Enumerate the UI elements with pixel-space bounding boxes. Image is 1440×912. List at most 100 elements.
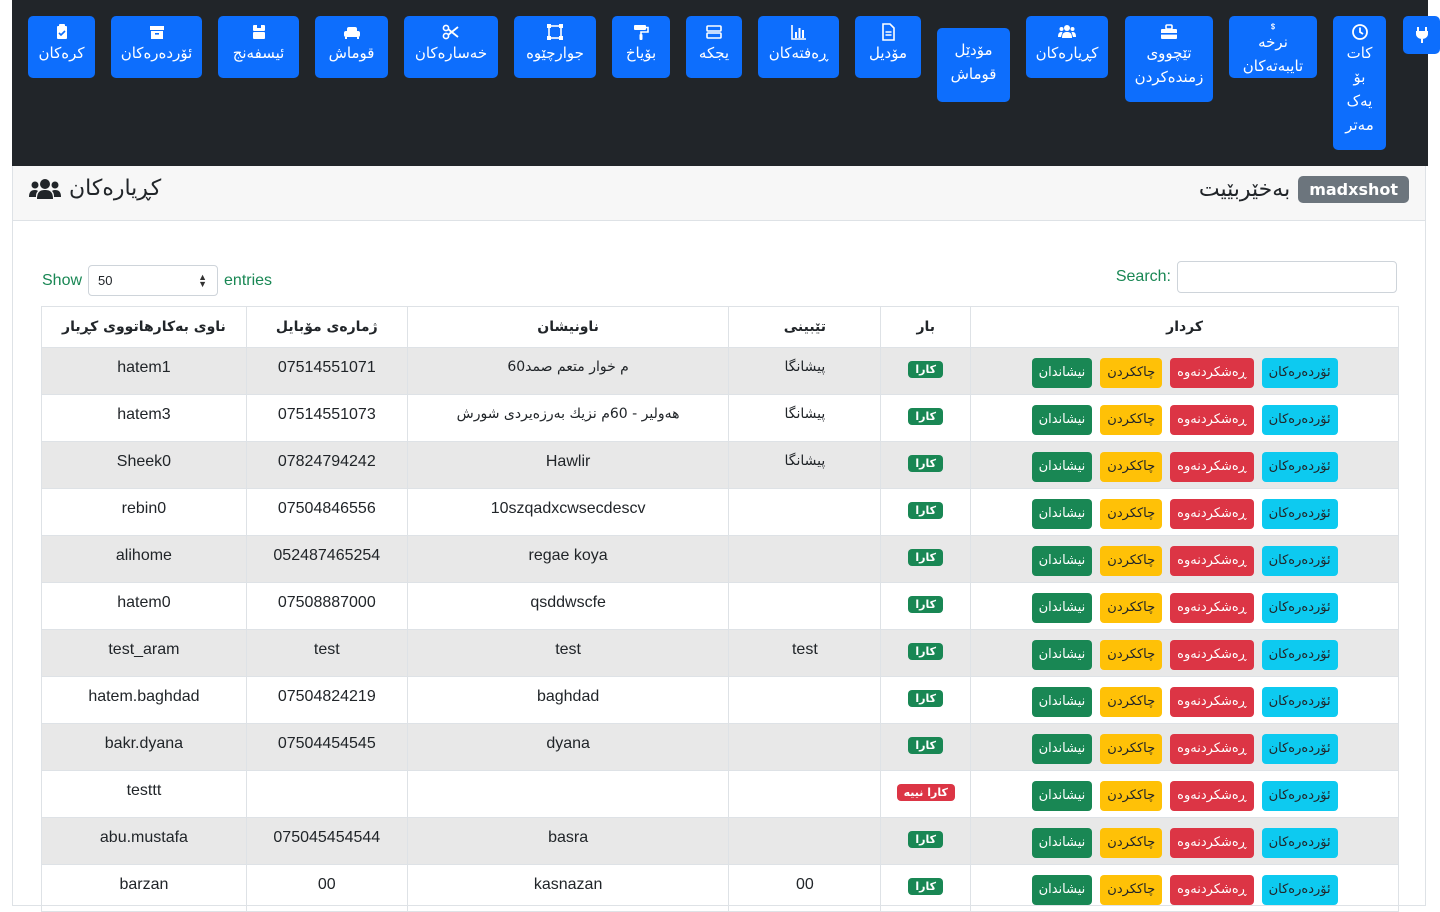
nav-button-5[interactable]: خەسارەکان (404, 16, 498, 78)
status-badge: کارا نییە (896, 784, 955, 801)
status-badge: کارا (908, 455, 944, 472)
orders-button[interactable]: ئۆردەرەکان (1261, 781, 1338, 811)
table-row: Sheek0 07824794242 Hawlir پیشانگا کارا نیشاند… (41, 441, 1399, 489)
nav-button-13[interactable]: تێچووی زمندەکردن (1125, 16, 1213, 102)
username-badge[interactable]: madxshot (1298, 176, 1409, 203)
nav-button-label: ئیسفەنج (232, 44, 285, 62)
clock-icon (1351, 24, 1368, 40)
delete-button[interactable]: ڕەشکردنەوە (1170, 358, 1254, 388)
nav-button-3[interactable]: ئیسفەنج (218, 16, 299, 78)
delete-button[interactable]: ڕەشکردنەوە (1170, 593, 1254, 623)
edit-button[interactable]: چاککردن (1100, 593, 1163, 623)
nav-button-4[interactable]: قوماش (315, 16, 388, 78)
show-button[interactable]: نیشاندان (1031, 499, 1093, 529)
edit-button[interactable]: چاککردن (1100, 499, 1163, 529)
cell-phone: 07508887000 (245, 582, 408, 630)
nav-button-2[interactable]: ئۆردەرەکان (111, 16, 202, 78)
orders-button[interactable]: ئۆردەرەکان (1261, 593, 1338, 623)
cell-note (728, 582, 882, 630)
delete-button[interactable]: ڕەشکردنەوە (1170, 405, 1254, 435)
edit-button[interactable]: چاککردن (1100, 640, 1163, 670)
search-input[interactable] (1177, 261, 1397, 293)
column-header[interactable]: ناونیشان (406, 306, 730, 348)
nav-button-1[interactable]: کرەکان (28, 16, 95, 78)
cell-note (728, 676, 882, 724)
delete-button[interactable]: ڕەشکردنەوە (1170, 546, 1254, 576)
delete-button[interactable]: ڕەشکردنەوە (1170, 875, 1254, 905)
nav-button-16[interactable] (1403, 16, 1440, 54)
show-button[interactable]: نیشاندان (1031, 828, 1093, 858)
show-button[interactable]: نیشاندان (1031, 734, 1093, 764)
delete-button[interactable]: ڕەشکردنەوە (1170, 781, 1254, 811)
status-badge: کارا (908, 502, 944, 519)
cell-address (406, 770, 730, 818)
orders-button[interactable]: ئۆردەرەکان (1261, 405, 1338, 435)
show-button[interactable]: نیشاندان (1031, 687, 1093, 717)
cell-address: dyana (406, 723, 730, 771)
column-header[interactable]: بار (880, 306, 972, 348)
show-button[interactable]: نیشاندان (1031, 358, 1093, 388)
cell-address: هەولیر - 60م نزيك بەرزەیردی شورش (406, 394, 730, 442)
column-header[interactable]: ژمارەی مۆبایل (245, 306, 408, 348)
orders-button[interactable]: ئۆردەرەکان (1261, 734, 1338, 764)
orders-button[interactable]: ئۆردەرەکان (1261, 828, 1338, 858)
edit-button[interactable]: چاککردن (1100, 875, 1163, 905)
edit-button[interactable]: چاککردن (1100, 452, 1163, 482)
nav-button-10[interactable]: مۆدیل (855, 16, 921, 78)
cell-username: alihome (41, 535, 247, 583)
column-header[interactable]: کردار (970, 306, 1399, 348)
nav-button-11[interactable]: مۆدێل قوماش (937, 28, 1010, 102)
column-header[interactable]: ناوی بەکارهاتووی کڕیار (41, 306, 247, 348)
edit-button[interactable]: چاککردن (1100, 781, 1163, 811)
orders-button[interactable]: ئۆردەرەکان (1261, 640, 1338, 670)
cell-phone: 052487465254 (245, 535, 408, 583)
show-button[interactable]: نیشاندان (1031, 781, 1093, 811)
orders-button[interactable]: ئۆردەرەکان (1261, 875, 1338, 905)
status-badge: کارا (908, 878, 944, 895)
stack-icon (706, 25, 722, 39)
delete-button[interactable]: ڕەشکردنەوە (1170, 640, 1254, 670)
show-button[interactable]: نیشاندان (1031, 593, 1093, 623)
show-button[interactable]: نیشاندان (1031, 875, 1093, 905)
cell-actions: نیشاندان چاککردن ڕەشکردنەوە ئۆردەرەکان (970, 488, 1399, 536)
nav-button-15[interactable]: کات بۆ یەک مەتر (1333, 16, 1386, 150)
nav-button-7[interactable]: بۆیاخ (612, 16, 670, 78)
cell-phone: 07514551073 (245, 394, 408, 442)
show-button[interactable]: نیشاندان (1031, 546, 1093, 576)
show-button[interactable]: نیشاندان (1031, 452, 1093, 482)
orders-button[interactable]: ئۆردەرەکان (1261, 687, 1338, 717)
delete-button[interactable]: ڕەشکردنەوە (1170, 452, 1254, 482)
cell-actions: نیشاندان چاککردن ڕەشکردنەوە ئۆردەرەکان (970, 770, 1399, 818)
nav-button-label: کات بۆ یەک مەتر (1345, 44, 1374, 134)
customers-panel: کڕیارەکان madxshot بەخێربێیت Show 50 ▲ ▼ … (12, 166, 1426, 912)
orders-button[interactable]: ئۆردەرەکان (1261, 546, 1338, 576)
edit-button[interactable]: چاککردن (1100, 405, 1163, 435)
orders-button[interactable]: ئۆردەرەکان (1261, 499, 1338, 529)
nav-button-12[interactable]: کڕیارەکان (1026, 16, 1108, 78)
edit-button[interactable]: چاککردن (1100, 546, 1163, 576)
edit-button[interactable]: چاککردن (1100, 687, 1163, 717)
table-row: hatem3 07514551073 هەولیر - 60م نزيك بەرزە… (41, 394, 1399, 442)
cell-username: abu.mustafa (41, 817, 247, 865)
nav-button-6[interactable]: جوارچێوە (514, 16, 596, 78)
nav-button-8[interactable]: یجکە (686, 16, 742, 78)
edit-button[interactable]: چاککردن (1100, 828, 1163, 858)
cell-note (728, 723, 882, 771)
nav-button-14[interactable]: نرخە تایبەتەکان (1229, 16, 1317, 78)
orders-button[interactable]: ئۆردەرەکان (1261, 452, 1338, 482)
delete-button[interactable]: ڕەشکردنەوە (1170, 687, 1254, 717)
column-header[interactable]: تێبینی (728, 306, 882, 348)
edit-button[interactable]: چاککردن (1100, 734, 1163, 764)
nav-button-label: کڕیارەکان (1035, 44, 1099, 62)
show-button[interactable]: نیشاندان (1031, 405, 1093, 435)
table-row: testtt کارا نییە نیشاندان چاککردن ڕەشکردنەوە… (41, 770, 1399, 818)
cell-actions: نیشاندان چاککردن ڕەشکردنەوە ئۆردەرەکان (970, 629, 1399, 677)
page-size-select[interactable]: 50 ▲ ▼ (88, 265, 219, 296)
delete-button[interactable]: ڕەشکردنەوە (1170, 734, 1254, 764)
edit-button[interactable]: چاککردن (1100, 358, 1163, 388)
nav-button-9[interactable]: ڕەفتەکان (758, 16, 839, 78)
delete-button[interactable]: ڕەشکردنەوە (1170, 499, 1254, 529)
orders-button[interactable]: ئۆردەرەکان (1261, 358, 1338, 388)
show-button[interactable]: نیشاندان (1031, 640, 1093, 670)
delete-button[interactable]: ڕەشکردنەوە (1170, 828, 1254, 858)
